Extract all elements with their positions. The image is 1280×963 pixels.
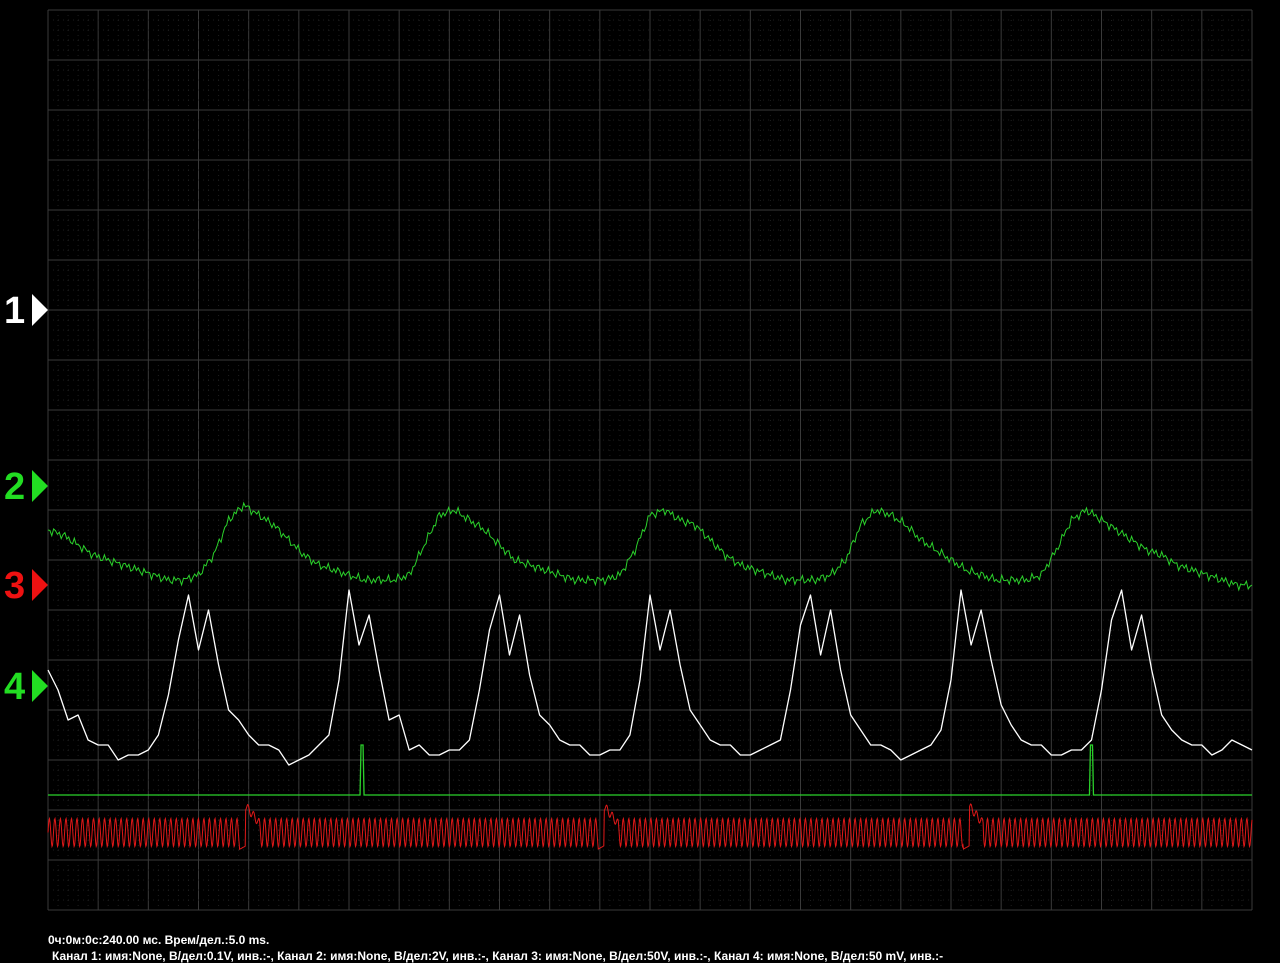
- channel-marker-label: 2: [4, 466, 25, 508]
- oscilloscope-screen: 1 2 3 4: [0, 0, 1280, 960]
- time-status-line: 0ч:0м:0с:240.00 мс. Врем/дел.:5.0 ms.: [48, 933, 270, 947]
- channel-marker-label: 3: [4, 565, 25, 607]
- channel-marker-label: 4: [4, 666, 25, 708]
- grid: [47, 9, 1253, 911]
- channels-status-line: Канал 1: имя:None, В/дел:0.1V, инв.:-, К…: [52, 949, 944, 963]
- channel-marker-label: 1: [4, 290, 25, 332]
